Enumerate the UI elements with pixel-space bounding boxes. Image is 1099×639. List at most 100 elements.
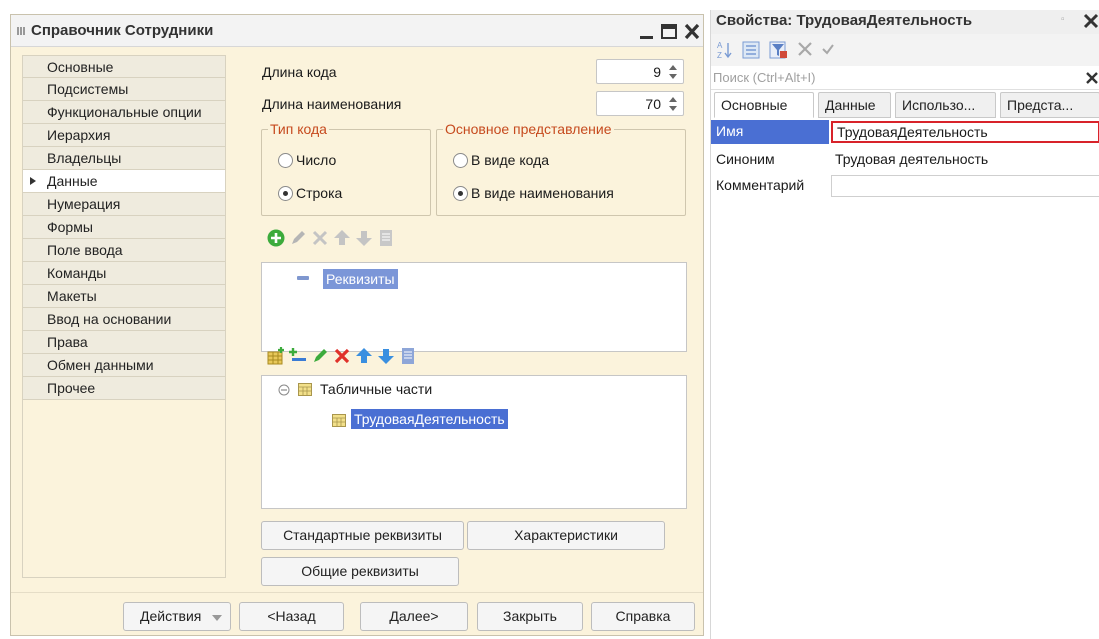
move-down-icon[interactable]	[354, 228, 374, 248]
attributes-tree[interactable]: Реквизиты	[261, 262, 687, 352]
move-down-icon[interactable]	[376, 346, 396, 366]
close-icon[interactable]	[681, 19, 703, 43]
help-button[interactable]: Справка	[591, 602, 695, 631]
sort-az-icon[interactable]: AZ	[717, 40, 733, 60]
move-up-icon[interactable]	[332, 228, 352, 248]
search-input[interactable]	[711, 66, 1081, 89]
back-button[interactable]: <Назад	[239, 602, 344, 631]
nav-item-vladelcy[interactable]: Владельцы	[22, 147, 226, 170]
list-icon[interactable]	[376, 228, 396, 248]
property-synonym-field[interactable]: Трудовая деятельность	[831, 149, 1099, 171]
nav-item-label: Функциональные опции	[47, 104, 202, 120]
nav-item-label: Формы	[47, 219, 93, 235]
presentation-name-radio[interactable]: В виде наименования	[453, 185, 614, 201]
nav-item-label: Данные	[47, 173, 98, 189]
nav-item-podsistemy[interactable]: Подсистемы	[22, 78, 226, 101]
edit-icon[interactable]	[310, 346, 330, 366]
attributes-root-node[interactable]: Реквизиты	[323, 269, 398, 289]
nav-item-ierarhiya[interactable]: Иерархия	[22, 124, 226, 147]
window-title: Справочник Сотрудники	[31, 22, 214, 39]
common-attributes-button[interactable]: Общие реквизиты	[261, 557, 459, 586]
presentation-code-radio[interactable]: В виде кода	[453, 152, 549, 168]
delete-icon[interactable]	[310, 228, 330, 248]
nav-item-label: Обмен данными	[47, 357, 154, 373]
move-up-icon[interactable]	[354, 346, 374, 366]
delete-icon[interactable]	[332, 346, 352, 366]
nav-item-numeraciya[interactable]: Нумерация	[22, 193, 226, 216]
pin-icon[interactable]: ▫	[1061, 14, 1065, 25]
catalog-window: Справочник Сотрудники Основные Подсистем…	[10, 14, 704, 636]
window-title-bar[interactable]: Справочник Сотрудники	[11, 15, 703, 47]
code-type-title: Тип кода	[268, 121, 329, 137]
minimize-icon[interactable]	[636, 19, 658, 43]
property-name-label[interactable]: Имя	[711, 120, 829, 144]
nav-item-label: Нумерация	[47, 196, 121, 212]
nav-item-prochee[interactable]: Прочее	[22, 377, 226, 400]
nav-item-obmen-dannymi[interactable]: Обмен данными	[22, 354, 226, 377]
nav-item-label: Команды	[47, 265, 107, 281]
add-table-icon[interactable]	[266, 346, 286, 366]
next-button[interactable]: Далее>	[360, 602, 468, 631]
nav-item-label: Макеты	[47, 288, 97, 304]
nav-item-formy[interactable]: Формы	[22, 216, 226, 239]
tabular-child-node[interactable]: ТрудоваяДеятельность	[351, 409, 508, 429]
main-presentation-title: Основное представление	[443, 121, 614, 137]
properties-tabs: Основные Данные Использо... Предста...	[711, 92, 1099, 118]
code-type-number-radio[interactable]: Число	[278, 152, 336, 168]
tab-osnovnye[interactable]: Основные	[714, 92, 814, 118]
properties-search[interactable]	[711, 66, 1099, 90]
filter-icon[interactable]	[767, 39, 789, 61]
radio-circle-selected[interactable]	[453, 186, 468, 201]
characteristics-button[interactable]: Характеристики	[467, 521, 665, 550]
add-row-icon[interactable]	[288, 346, 308, 366]
property-comment-field[interactable]	[831, 175, 1099, 197]
add-icon[interactable]	[266, 228, 286, 248]
clear-search-icon[interactable]	[1085, 69, 1099, 85]
stepper-arrows-icon[interactable]	[668, 63, 678, 81]
property-synonym-label[interactable]: Синоним	[711, 148, 829, 172]
close-button[interactable]: Закрыть	[477, 602, 583, 631]
property-comment-label[interactable]: Комментарий	[711, 174, 829, 198]
nav-item-label: Владельцы	[47, 150, 122, 166]
nav-item-komandy[interactable]: Команды	[22, 262, 226, 285]
nav-item-prava[interactable]: Права	[22, 331, 226, 354]
radio-label: Число	[296, 152, 337, 168]
catalog-icon	[17, 27, 25, 35]
name-length-stepper[interactable]: 70	[596, 91, 684, 116]
standard-attributes-button[interactable]: Стандартные реквизиты	[261, 521, 464, 550]
nav-item-vvod-na-osnovanii[interactable]: Ввод на основании	[22, 308, 226, 331]
radio-circle-selected[interactable]	[278, 186, 293, 201]
edit-icon[interactable]	[288, 228, 308, 248]
categories-icon[interactable]	[741, 40, 761, 60]
property-name-field[interactable]: ТрудоваяДеятельность	[831, 121, 1099, 143]
svg-text:A: A	[717, 41, 723, 50]
tabular-toolbar	[266, 346, 476, 368]
nav-item-dannye[interactable]: Данные	[22, 170, 226, 193]
main-presentation-group: Основное представление В виде кода В вид…	[436, 121, 686, 216]
radio-circle[interactable]	[453, 153, 468, 168]
collapse-circle-icon[interactable]	[278, 384, 290, 396]
code-type-string-radio[interactable]: Строка	[278, 185, 342, 201]
tab-ispolzovanie[interactable]: Использо...	[895, 92, 996, 118]
actions-button[interactable]: Действия	[123, 602, 231, 631]
close-icon[interactable]	[1083, 10, 1099, 32]
stepper-arrows-icon[interactable]	[668, 95, 678, 113]
properties-toolbar: AZ	[711, 34, 1099, 66]
properties-title-bar[interactable]: Свойства: ТрудоваяДеятельность ▫	[711, 10, 1099, 34]
clear-icon[interactable]	[797, 41, 813, 57]
check-icon[interactable]	[821, 42, 835, 56]
maximize-icon[interactable]	[658, 19, 680, 43]
tabular-root-node[interactable]: Табличные части	[320, 381, 432, 397]
table-icon	[298, 383, 312, 396]
collapse-minus-icon[interactable]	[297, 275, 309, 281]
nav-item-makety[interactable]: Макеты	[22, 285, 226, 308]
tab-dannye[interactable]: Данные	[818, 92, 891, 118]
code-length-stepper[interactable]: 9	[596, 59, 684, 84]
nav-item-pole-vvoda[interactable]: Поле ввода	[22, 239, 226, 262]
nav-item-osnovnye[interactable]: Основные	[22, 55, 226, 78]
list-icon[interactable]	[398, 346, 418, 366]
tab-predstavlenie[interactable]: Предста...	[1000, 92, 1099, 118]
radio-circle[interactable]	[278, 153, 293, 168]
nav-item-funkcionalnye-opcii[interactable]: Функциональные опции	[22, 101, 226, 124]
tabular-parts-tree[interactable]: Табличные части ТрудоваяДеятельность	[261, 375, 687, 509]
